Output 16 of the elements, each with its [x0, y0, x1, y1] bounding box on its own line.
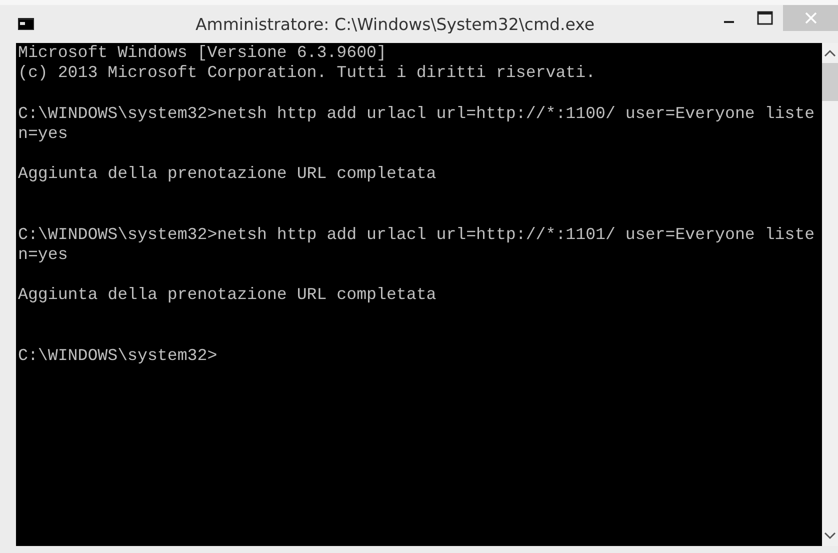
console-line: C:\WINDOWS\system32>netsh http add urlacl url=http://*:1100/ user=Everyone listen=yes — [18, 104, 815, 144]
console-line: Aggiunta della prenotazione URL completata — [18, 164, 438, 184]
console-icon — [18, 18, 34, 30]
scrollbar-thumb[interactable] — [822, 63, 838, 101]
console-line: (c) 2013 Microsoft Corporation. Tutti i diritti riservati. — [18, 63, 597, 84]
minimize-icon — [724, 20, 734, 22]
console-line: Microsoft Windows [Versione 6.3.9600] — [18, 43, 388, 64]
window-title: Amministratore: C:\Windows\System32\cmd.exe — [194, 14, 596, 34]
console-line: C:\WINDOWS\system32> — [18, 346, 218, 366]
scroll-up-icon[interactable] — [824, 49, 836, 57]
scrollbar[interactable] — [822, 43, 838, 546]
maximize-icon — [757, 11, 773, 25]
console-line: Aggiunta della prenotazione URL completata — [18, 285, 438, 306]
scroll-down-icon[interactable] — [824, 532, 836, 540]
console-line: C:\WINDOWS\system32>netsh http add urlacl url=http://*:1101/ user=Everyone listen=yes — [18, 224, 815, 266]
close-icon — [804, 12, 816, 24]
